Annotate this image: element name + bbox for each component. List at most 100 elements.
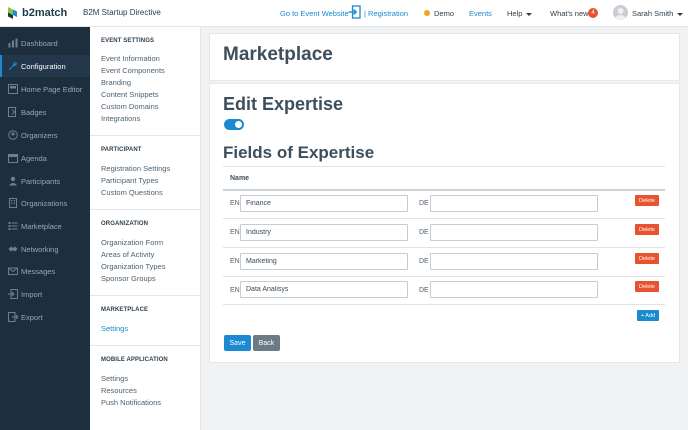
delete-button[interactable]: Delete [635,281,659,292]
sign-in-icon[interactable] [348,5,361,19]
subnav-link-marketplace-settings[interactable]: Settings [101,324,128,333]
sidebar-item-badges[interactable]: Badges [0,101,90,123]
lang-label-en: EN [230,287,240,294]
add-expertise-button[interactable]: + Add [637,310,659,321]
row-divider [223,218,665,219]
subnav-link-participant-types[interactable]: Participant Types [101,176,158,185]
back-button[interactable]: Back [253,335,280,351]
marketplace-icon [8,222,18,230]
wrench-icon [9,61,18,70]
user-name: Sarah Smith [632,9,674,18]
row-divider [223,276,665,277]
fields-of-expertise-title: Fields of Expertise [223,143,375,162]
building-icon [9,198,17,208]
expertise-de-input[interactable] [430,195,598,212]
subnav-link-registration-settings[interactable]: Registration Settings [101,164,170,173]
expertise-en-input[interactable] [240,253,408,270]
organizers-icon [8,130,18,140]
expertise-de-input[interactable] [430,224,598,241]
toggle-knob [235,121,242,128]
lang-label-de: DE [419,287,429,294]
subnav-link-organization-form[interactable]: Organization Form [101,238,163,247]
delete-button[interactable]: Delete [635,224,659,235]
registration-link[interactable]: | Registration [364,9,408,18]
sidebar-item-marketplace[interactable]: Marketplace [0,215,90,237]
subnav-link-sponsor-groups[interactable]: Sponsor Groups [101,274,156,283]
subnav-link-mobile-settings[interactable]: Settings [101,374,128,383]
event-name: B2M Startup Directive [83,8,161,17]
whats-new-count-badge: 4 [588,8,598,18]
sidebar-item-organizations[interactable]: Organizations [0,192,90,214]
table-top-divider [223,166,665,167]
subnav-heading-mobile-application: MOBILE APPLICATION [101,357,168,363]
subnav-link-content-snippets[interactable]: Content Snippets [101,90,159,99]
save-button[interactable]: Save [224,335,251,351]
sidebar-item-messages[interactable]: Messages [0,260,90,282]
expertise-en-input[interactable] [240,224,408,241]
sidebar-item-agenda[interactable]: Agenda [0,147,90,169]
subnav-divider [90,295,200,296]
sidebar-item-dashboard[interactable]: Dashboard [0,32,90,54]
expertise-de-input[interactable] [430,253,598,270]
help-label: Help [507,9,523,18]
avatar[interactable] [613,5,628,20]
sidebar-item-import[interactable]: Import [0,283,90,305]
sidebar-item-configuration[interactable]: Configuration [0,55,90,77]
subnav-link-branding[interactable]: Branding [101,78,131,87]
main-sidebar: Dashboard Configuration Home Page Editor… [0,27,90,430]
subnav-link-organization-types[interactable]: Organization Types [101,262,165,271]
expertise-en-input[interactable] [240,195,408,212]
expertise-enabled-toggle[interactable] [224,119,244,130]
subnav-divider [90,345,200,346]
chevron-down-icon [677,12,684,16]
demo-link[interactable]: Demo [434,9,454,18]
import-icon [8,289,18,299]
brand[interactable]: b2match [7,6,67,20]
subnav-link-event-information[interactable]: Event Information [101,54,160,63]
top-bar: b2match B2M Startup Directive Go to Even… [0,0,688,27]
dashboard-icon [8,38,18,48]
subnav-link-push-notifications[interactable]: Push Notifications [101,398,161,407]
expertise-de-input[interactable] [430,281,598,298]
subnav-divider [90,209,200,210]
chevron-down-icon [526,12,533,16]
lang-label-en: EN [230,229,240,236]
delete-button[interactable]: Delete [635,253,659,264]
lang-label-en: EN [230,200,240,207]
column-header-name: Name [230,175,250,182]
home-page-editor-icon [8,84,18,94]
badge-icon [8,107,16,117]
sidebar-item-organizers[interactable]: Organizers [0,124,90,146]
subnav-heading-participant: PARTICIPANT [101,147,142,153]
help-menu[interactable]: Help [507,9,533,18]
sidebar-item-networking[interactable]: Networking [0,238,90,260]
user-menu[interactable]: Sarah Smith [632,9,684,18]
go-to-event-website-link[interactable]: Go to Event Website [280,9,349,18]
edit-expertise-card [209,83,680,363]
lang-label-en: EN [230,258,240,265]
events-link[interactable]: Events [469,9,492,18]
whats-new-link[interactable]: What's new [550,9,589,18]
subnav-divider [90,135,200,136]
subnav-link-areas-of-activity[interactable]: Areas of Activity [101,250,154,259]
export-icon [8,312,18,322]
row-divider [223,247,665,248]
subnav-link-event-components[interactable]: Event Components [101,66,165,75]
subnav-link-custom-questions[interactable]: Custom Questions [101,188,163,197]
edit-expertise-title: Edit Expertise [223,94,344,114]
subnav-link-resources[interactable]: Resources [101,386,137,395]
delete-button[interactable]: Delete [635,195,659,206]
lang-label-de: DE [419,258,429,265]
calendar-icon [8,154,18,163]
sidebar-item-participants[interactable]: Participants [0,170,90,192]
envelope-icon [8,267,18,275]
sidebar-item-export[interactable]: Export [0,306,90,328]
sidebar-item-home-page-editor[interactable]: Home Page Editor [0,78,90,100]
subnav-link-custom-domains[interactable]: Custom Domains [101,102,159,111]
row-divider [223,304,665,305]
networking-icon [8,246,18,252]
expertise-en-input[interactable] [240,281,408,298]
subnav-link-integrations[interactable]: Integrations [101,114,140,123]
user-avatar-icon [615,8,626,20]
b2match-logo-icon [8,7,17,19]
